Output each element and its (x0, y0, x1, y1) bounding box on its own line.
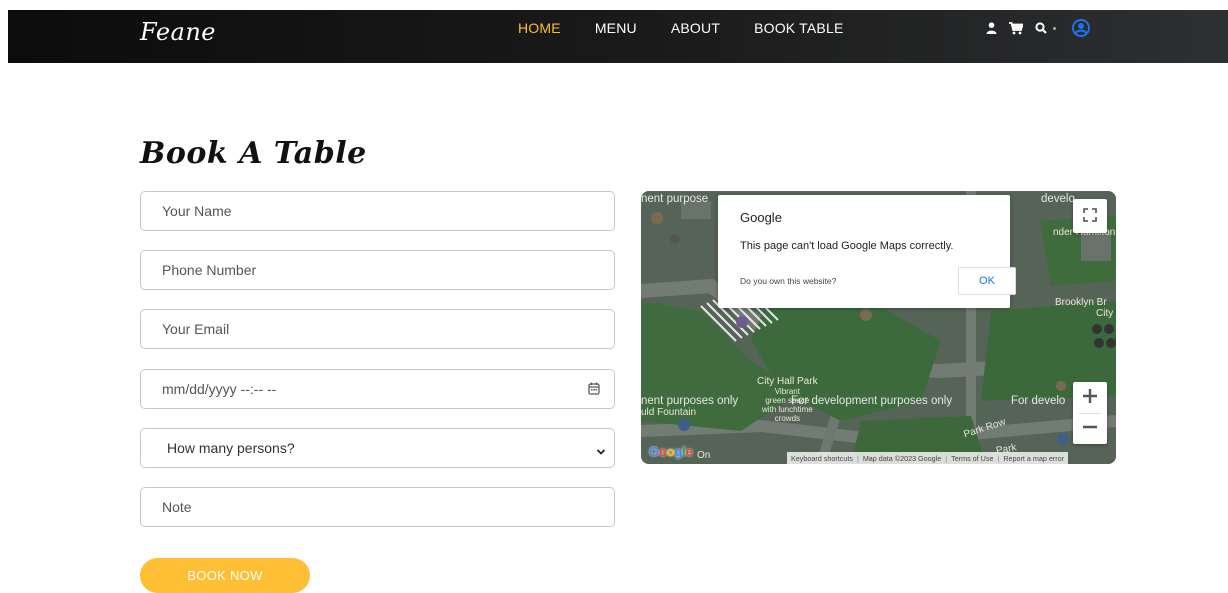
site-header: Feane HOME MENU ABOUT BOOK TABLE (8, 10, 1228, 63)
brand-logo[interactable]: Feane (140, 18, 216, 46)
phone-input[interactable]: Phone Number (140, 250, 615, 290)
zoom-divider (1079, 413, 1101, 414)
main-nav: HOME MENU ABOUT BOOK TABLE (518, 10, 877, 46)
map-watermark: nent purposes only (641, 395, 739, 407)
name-input[interactable]: Your Name (140, 191, 615, 231)
fullscreen-icon (1083, 207, 1097, 226)
separator-dot (1053, 26, 1056, 30)
search-icon[interactable] (1035, 22, 1047, 34)
note-placeholder: Note (162, 499, 192, 515)
zoom-out-button[interactable] (1073, 413, 1107, 444)
page-title: Book A Table (140, 136, 367, 171)
dialog-brand: Google (740, 210, 782, 225)
map-watermark: nent purpose (641, 193, 709, 205)
dialog-own-site-link[interactable]: Do you own this website? (740, 276, 836, 286)
footer-separator: | (997, 453, 1000, 463)
persons-selected-value: How many persons? (167, 440, 295, 456)
report-error-link[interactable]: Report a map error (1003, 454, 1064, 463)
email-input[interactable]: Your Email (140, 309, 615, 349)
user-icon[interactable] (986, 22, 997, 34)
cart-icon[interactable] (1009, 21, 1023, 35)
map-place-label: Vibrant green space with lunchtime crowd… (762, 387, 813, 423)
map-place-line: green space (765, 396, 810, 405)
keyboard-shortcuts-link[interactable]: Keyboard shortcuts (791, 454, 853, 463)
persons-select[interactable]: How many persons? (140, 428, 615, 468)
map-place-label: Brooklyn Br (1055, 297, 1107, 308)
zoom-in-button[interactable] (1073, 382, 1107, 413)
map-place-label: uld Fountain (641, 407, 697, 418)
email-placeholder: Your Email (162, 321, 230, 337)
footer-separator: | (856, 453, 859, 463)
chevron-down-icon (596, 443, 606, 459)
nav-item-menu[interactable]: MENU (595, 20, 637, 36)
note-input[interactable]: Note (140, 487, 615, 527)
map-place-line: crowds (774, 414, 801, 423)
footer-separator: | (945, 453, 948, 463)
nav-item-home[interactable]: HOME (518, 20, 561, 36)
map-place-label: City (1096, 308, 1114, 319)
map-place-line: with lunchtime (762, 405, 813, 414)
map-place-label: On (697, 450, 711, 461)
account-circle-icon[interactable] (1072, 19, 1090, 37)
datetime-placeholder: mm/dd/yyyy --:-- -- (162, 381, 277, 397)
calendar-icon[interactable] (588, 382, 600, 398)
book-now-button[interactable]: BOOK NOW (140, 558, 310, 593)
map-watermark: For develo (1011, 395, 1066, 407)
zoom-control (1073, 382, 1107, 444)
phone-placeholder: Phone Number (162, 262, 257, 278)
terms-link[interactable]: Terms of Use (951, 454, 993, 463)
nav-item-about[interactable]: ABOUT (671, 20, 720, 36)
map-place-line: Vibrant (774, 387, 800, 396)
datetime-input[interactable]: mm/dd/yyyy --:-- -- (140, 369, 615, 409)
google-logo[interactable]: Google (649, 444, 693, 459)
dialog-message: This page can't load Google Maps correct… (740, 240, 954, 252)
minus-icon (1082, 419, 1098, 439)
map-error-dialog: Google This page can't load Google Maps … (718, 195, 1016, 308)
user-options (986, 10, 1102, 46)
map-watermark: For development purposes only (791, 395, 953, 407)
plus-icon (1082, 388, 1098, 408)
map-watermark: develo (1041, 193, 1075, 205)
name-placeholder: Your Name (162, 203, 232, 219)
map-data-text: Map data ©2023 Google (862, 453, 942, 463)
dialog-ok-button[interactable]: OK (958, 267, 1016, 295)
fullscreen-button[interactable] (1073, 199, 1107, 233)
map-embed[interactable]: nent purpose develo nent purposes only F… (641, 191, 1116, 464)
map-attribution: Keyboard shortcuts | Map data ©2023 Goog… (787, 452, 1069, 464)
nav-item-book-table[interactable]: BOOK TABLE (754, 20, 843, 36)
map-place-label: City Hall Park (757, 376, 818, 387)
